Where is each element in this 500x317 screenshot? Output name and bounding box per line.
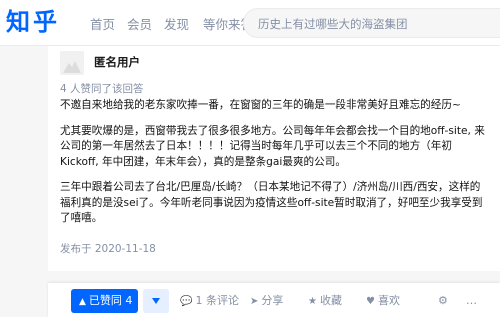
settings-button[interactable]: ⚙ — [438, 289, 448, 313]
search-box[interactable] — [243, 8, 500, 39]
star-icon: ★ — [308, 296, 317, 307]
voters-count[interactable]: 4 人赞同了该回答 — [60, 81, 144, 96]
favorite-button[interactable]: ★ 收藏 — [308, 289, 342, 313]
like-button[interactable]: ♥ 喜欢 — [366, 289, 400, 313]
comment-label: 1 条评论 — [195, 294, 239, 307]
share-button[interactable]: ➤ 分享 — [250, 289, 283, 313]
anonymous-avatar-icon — [60, 51, 84, 75]
search-input[interactable] — [256, 9, 500, 39]
share-label: 分享 — [261, 294, 284, 307]
triangle-up-icon: ▲ — [79, 297, 86, 307]
comment-icon: 💬 — [180, 296, 193, 307]
author-name[interactable]: 匿名用户 — [94, 54, 140, 70]
answer-paragraph: 不邀自来地给我的老东家吹捧一番，在窗窗的三年的确是一段非常美好且难忘的经历~ — [60, 99, 461, 111]
upvote-label: 已赞同 4 — [88, 294, 133, 307]
answer-paragraph: 尤其要吹爆的是，西窗带我去了很多很多地方。公司每年年会都会找一个目的地off-s… — [60, 124, 485, 168]
nav-membership[interactable]: 会员 — [127, 14, 152, 33]
answer-card: 匿名用户 4 人赞同了该回答 不邀自来地给我的老东家吹捧一番，在窗窗的三年的确是… — [48, 46, 500, 317]
nav-discover[interactable]: 发现 — [164, 14, 189, 33]
answer-paragraph: 三年中跟着公司去了台北/巴厘岛/长崎？（日本某地记不得了）/济州岛/川西/西安，… — [60, 181, 483, 224]
favorite-label: 收藏 — [319, 294, 342, 307]
upvote-button[interactable]: ▲ 已赞同 4 — [71, 289, 138, 313]
answer-content: 不邀自来地给我的老东家吹捧一番，在窗窗的三年的确是一段非常美好且难忘的经历~ 尤… — [60, 98, 490, 237]
like-label: 喜欢 — [377, 294, 400, 307]
heart-icon: ♥ — [366, 296, 375, 307]
downvote-button[interactable] — [143, 289, 169, 313]
nav-home[interactable]: 首页 — [90, 14, 115, 33]
zhihu-logo[interactable]: 知乎 — [6, 6, 60, 38]
gear-icon: ⚙ — [438, 294, 448, 307]
more-button[interactable]: … — [466, 289, 477, 313]
top-header: 知乎 首页 会员 发现 等你来答 — [0, 0, 500, 46]
avatar[interactable] — [60, 51, 84, 75]
comment-button[interactable]: 💬 1 条评论 — [180, 289, 239, 313]
more-icon: … — [466, 294, 477, 307]
share-icon: ➤ — [250, 296, 259, 307]
publish-date[interactable]: 发布于 2020-11-18 — [60, 241, 156, 256]
action-bar: ▲ 已赞同 4 💬 1 条评论 ➤ 分享 ★ 收藏 ♥ 喜欢 ⚙ … — [48, 283, 500, 317]
triangle-down-icon — [152, 298, 160, 304]
